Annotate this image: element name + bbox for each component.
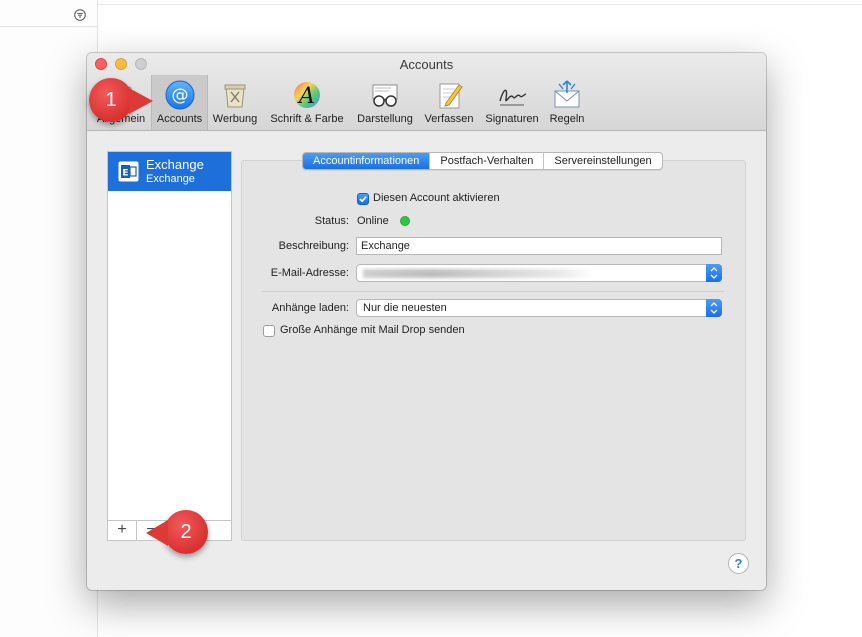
toolbar-label-schrift-farbe: Schrift & Farbe [270,113,344,125]
mail-drop-checkbox[interactable] [263,325,275,337]
toolbar-item-signaturen[interactable]: Signaturen [481,75,543,130]
enable-account-label: Diesen Account aktivieren [373,192,500,204]
toolbar-item-verfassen[interactable]: Verfassen [420,75,478,130]
attachments-label: Anhänge laden: [271,302,349,314]
email-popup-stepper [706,264,722,282]
account-tabs: Accountinformationen Postfach-Verhalten … [302,152,663,170]
checkmark-icon [359,196,367,203]
background-toolbar-edge [98,0,862,5]
at-sign-icon: @ [165,80,194,110]
description-field[interactable]: Exchange [356,237,722,255]
account-type: Exchange [146,173,195,185]
enable-account-checkbox[interactable] [357,193,369,205]
add-account-button[interactable]: + [108,521,137,540]
tab-servereinstellungen[interactable]: Servereinstellungen [544,153,661,169]
callout-marker-1: 1 [89,78,133,122]
mail-drop-label: Große Anhänge mit Mail Drop senden [280,324,465,336]
status-label: Status: [314,215,349,227]
svg-text:E: E [122,169,128,179]
email-label: E-Mail-Adresse: [270,267,349,279]
tab-accountinformationen[interactable]: Accountinformationen [303,153,431,169]
chevron-updown-icon [710,302,718,314]
toolbar-label-verfassen: Verfassen [424,113,474,125]
window-titlebar: Accounts Allgemein [87,53,766,131]
toolbar-item-regeln[interactable]: Regeln [546,75,588,130]
signature-icon [499,89,527,106]
background-sidebar [0,0,98,637]
font-color-icon: A [294,82,320,109]
toolbar-label-regeln: Regeln [549,113,585,125]
svg-text:@: @ [171,86,188,106]
pencil-paper-icon [439,83,463,109]
account-list: E Exchange Exchange [107,151,232,541]
help-button[interactable]: ? [728,553,749,574]
email-address-popup[interactable] [356,264,722,282]
toolbar-label-accounts: Accounts [156,113,203,125]
toolbar-item-schrift-farbe[interactable]: A Schrift & Farbe [265,75,349,130]
toolbar-label-darstellung: Darstellung [357,113,413,125]
trash-bin-icon [224,84,246,108]
window-title: Accounts [399,57,454,72]
callout-marker-2: 2 [164,510,208,554]
email-address-redacted [363,269,593,278]
callout-pointer-2 [146,520,168,546]
account-name: Exchange [146,157,204,172]
attachments-value: Nur die neuesten [363,302,447,314]
status-indicator [400,216,410,226]
toolbar-item-werbung[interactable]: Werbung [210,75,260,130]
filter-icon[interactable] [74,9,86,21]
rules-envelope-icon [554,80,580,108]
svg-text:A: A [297,84,315,109]
exchange-icon: E [118,161,139,182]
toolbar-label-werbung: Werbung [212,113,258,125]
attachments-popup-stepper [706,299,722,317]
glasses-icon [372,84,398,107]
callout-pointer-1 [129,88,153,114]
attachments-popup[interactable]: Nur die neuesten [356,299,722,317]
toolbar-item-accounts[interactable]: @ Accounts [151,75,208,130]
description-label: Beschreibung: [278,240,349,252]
chevron-updown-icon [710,267,718,279]
account-list-item-exchange[interactable]: E Exchange Exchange [108,152,231,191]
toolbar-label-signaturen: Signaturen [485,113,539,125]
tab-postfach-verhalten[interactable]: Postfach-Verhalten [430,153,545,169]
status-value: Online [357,215,389,227]
preferences-toolbar: Allgemein @ Accounts [87,75,766,131]
form-separator [262,291,724,292]
toolbar-item-darstellung[interactable]: Darstellung [353,75,417,130]
